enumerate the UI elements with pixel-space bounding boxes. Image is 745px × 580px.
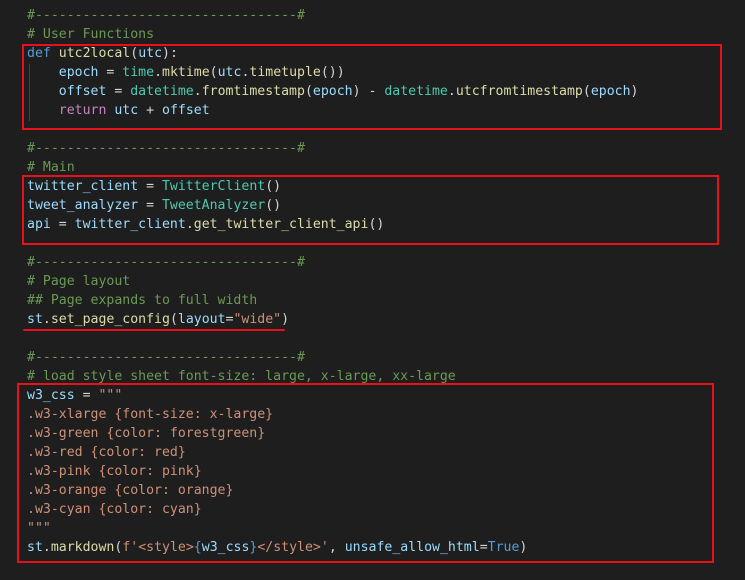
code-line: offset = datetime.fromtimestamp(epoch) -… bbox=[27, 84, 639, 99]
code-line: return utc + offset bbox=[27, 103, 210, 118]
code-line: .w3-orange {color: orange} bbox=[27, 483, 234, 498]
code-line: # Page layout bbox=[27, 274, 131, 289]
code-line: #---------------------------------# bbox=[27, 141, 305, 156]
code-line: twitter_client = TwitterClient() bbox=[27, 179, 282, 194]
code-line: # load style sheet font-size: large, x-l… bbox=[27, 369, 456, 384]
code-line: """ bbox=[27, 521, 51, 536]
code-line: .w3-xlarge {font-size: x-large} bbox=[27, 407, 274, 422]
code-line: tweet_analyzer = TweetAnalyzer() bbox=[27, 198, 282, 213]
code-line: w3_css = """ bbox=[27, 388, 123, 403]
code-line: #---------------------------------# bbox=[27, 255, 305, 270]
code-line: api = twitter_client.get_twitter_client_… bbox=[27, 217, 385, 232]
code-line: #---------------------------------# bbox=[27, 350, 305, 365]
code-line: .w3-cyan {color: cyan} bbox=[27, 502, 202, 517]
highlight-underline-page-config bbox=[23, 329, 285, 331]
code-line: epoch = time.mktime(utc.timetuple()) bbox=[27, 65, 345, 80]
code-line: .w3-red {color: red} bbox=[27, 445, 186, 460]
code-line: def utc2local(utc): bbox=[27, 46, 178, 61]
code-line: #---------------------------------# bbox=[27, 8, 305, 23]
code-line: .w3-green {color: forestgreen} bbox=[27, 426, 266, 441]
code-line: ## Page expands to full width bbox=[27, 293, 258, 308]
code-line: st.set_page_config(layout="wide") bbox=[27, 312, 290, 327]
code-editor[interactable]: #---------------------------------# # Us… bbox=[0, 0, 745, 580]
code-line: st.markdown(f'<style>{w3_css}</style>', … bbox=[27, 540, 528, 555]
code-line: # User Functions bbox=[27, 27, 155, 42]
code-line: # Main bbox=[27, 160, 75, 175]
code-line: .w3-pink {color: pink} bbox=[27, 464, 202, 479]
